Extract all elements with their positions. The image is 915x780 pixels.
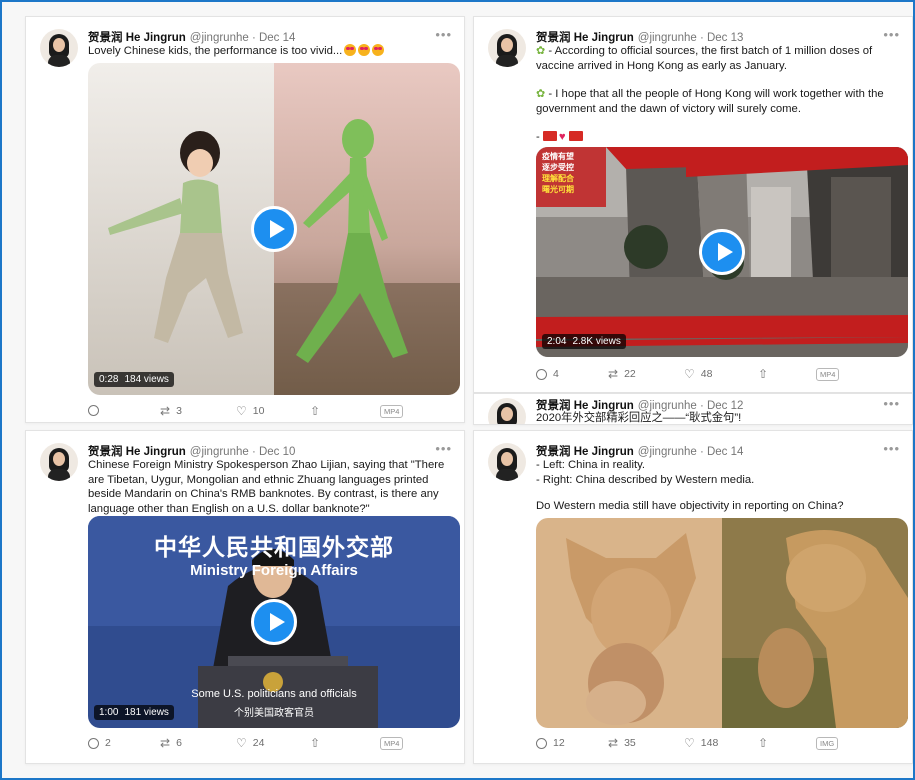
more-icon[interactable]: ••• [883,396,900,411]
heart-icon: ♡ [236,736,247,750]
share-button[interactable]: ⇧ [310,405,320,417]
download-badge[interactable]: IMG [816,737,839,750]
avatar[interactable] [40,443,78,481]
tweet-card[interactable]: 贺景润 He Jingrun @jingrunhe · Dec 14 ••• Lo… [25,16,465,423]
tweet-text: ✿ - According to official sources, the f… [536,44,898,145]
tweet-text: Chinese Foreign Ministry Spokesperson Zh… [88,459,445,515]
ministry-banner-english: Ministry Foreign Affairs [190,562,358,579]
author-name[interactable]: 贺景润 He Jingrun [536,32,634,44]
avatar[interactable] [488,398,526,424]
tweet-paragraph: ✿ - According to official sources, the f… [536,45,873,72]
tweet-header: 贺景润 He Jingrun @jingrunhe · Dec 14 [536,443,902,459]
video-subtitle-english: Some U.S. politicians and officials [191,688,357,700]
tweet-text: 2020年外交部精彩回应之——“耿式金句”! [536,412,742,424]
video-player[interactable]: 中华人民共和国外交部 Ministry Foreign Affairs Some… [88,516,460,728]
avatar[interactable] [40,29,78,67]
heart-icon: ♡ [236,404,247,418]
more-icon[interactable]: ••• [435,441,452,456]
share-icon: ⇧ [310,404,321,418]
play-button[interactable] [251,599,297,645]
share-icon: ⇧ [310,736,321,750]
tweet-text: Lovely Chinese kids, the performance is … [88,44,450,59]
author-name[interactable]: 贺景润 He Jingrun [536,446,634,458]
tweet-header: 贺景润 He Jingrun @jingrunhe · Dec 14 [88,29,454,45]
reply-icon [88,737,99,749]
retweet-icon: ⇄ [608,367,619,381]
red-heart-icon: ♥ [558,131,566,144]
tweet-paragraph: ✿ - I hope that all the people of Hong K… [536,88,884,115]
retweet-icon: ⇄ [160,404,171,418]
reply-button[interactable] [88,405,105,416]
retweet-button[interactable]: ⇄ 22 [608,368,636,380]
ministry-banner-chinese: 中华人民共和国外交部 [154,534,394,560]
tweet-text: - Left: China in reality. - Right: China… [536,459,844,513]
avatar[interactable] [488,29,526,67]
reply-icon [536,737,547,749]
like-button[interactable]: ♡ 48 [684,368,712,380]
tweet-actions: ⇄ 3 ♡ 10 ⇧ MP4 [88,405,444,421]
video-info-badge: 1:00 181 views [94,705,174,720]
retweet-button[interactable]: ⇄ 3 [160,405,182,417]
handle-date: @jingrunhe · Dec 14 [189,32,296,44]
screenshot-frame: 贺景润 He Jingrun @jingrunhe · Dec 14 ••• Lo… [0,0,915,780]
video-info-badge: 0:28 184 views [94,372,174,387]
author-name[interactable]: 贺景润 He Jingrun [88,32,186,44]
more-icon[interactable]: ••• [883,27,900,42]
share-button[interactable]: ⇧ [310,737,320,749]
share-icon: ⇧ [758,736,769,750]
video-player[interactable]: 0:28 184 views [88,63,460,395]
tweet-paragraph: - ♥ [536,130,898,145]
like-button[interactable]: ♡ 10 [236,405,264,417]
reply-icon [88,405,99,416]
retweet-button[interactable]: ⇄ 6 [160,737,182,749]
download-badge[interactable]: MP4 [380,737,404,750]
reply-button[interactable]: 12 [536,737,565,749]
tweet-card[interactable]: 贺景润 He Jingrun @jingrunhe · Dec 12 ••• 20… [473,393,913,425]
tweet-header: 贺景润 He Jingrun @jingrunhe · Dec 13 [536,29,902,45]
sprout-emoji-icon: ✿ [536,88,546,101]
tweet-actions: 12 ⇄ 35 ♡ 148 ⇧ IMG [536,737,892,753]
tweet-actions: 4 ⇄ 22 ♡ 48 ⇧ MP4 [536,368,892,384]
more-icon[interactable]: ••• [883,441,900,456]
author-name[interactable]: 贺景润 He Jingrun [88,446,186,458]
share-button[interactable]: ⇧ [758,737,768,749]
heart-eyes-emoji-icon [372,44,385,56]
reply-button[interactable]: 4 [536,368,559,380]
avatar[interactable] [488,443,526,481]
tweet-header: 贺景润 He Jingrun @jingrunhe · Dec 10 [88,443,454,459]
reply-button[interactable]: 2 [88,737,111,749]
retweet-icon: ⇄ [608,736,619,750]
more-icon[interactable]: ••• [435,27,452,42]
video-player[interactable]: 疫情有望 逐步受控 理解配合 曙光可期 2:04 2.8K views [536,147,908,357]
retweet-button[interactable]: ⇄ 35 [608,737,636,749]
handle-date: @jingrunhe · Dec 13 [637,32,744,44]
heart-icon: ♡ [684,367,695,381]
tweet-actions: 2 ⇄ 6 ♡ 24 ⇧ MP4 [88,737,444,753]
video-overlay-text: 疫情有望 逐步受控 理解配合 曙光可期 [542,152,574,194]
tweet-card[interactable]: 贺景润 He Jingrun @jingrunhe · Dec 10 ••• Ch… [25,430,465,764]
reply-icon [536,368,547,380]
heart-eyes-emoji-icon [344,44,357,56]
sprout-emoji-icon: ✿ [536,45,546,57]
like-button[interactable]: ♡ 24 [236,737,264,749]
share-button[interactable]: ⇧ [758,368,768,380]
heart-eyes-emoji-icon [358,44,371,56]
lioness-comparison-image [536,518,908,728]
play-button[interactable] [251,206,297,252]
download-badge[interactable]: MP4 [816,368,840,381]
image-attachment[interactable] [536,518,908,728]
heart-icon: ♡ [684,736,695,750]
video-info-badge: 2:04 2.8K views [542,334,626,349]
retweet-icon: ⇄ [160,736,171,750]
play-button[interactable] [699,229,745,275]
like-button[interactable]: ♡ 148 [684,737,718,749]
china-flag-icon [542,131,557,142]
handle-date: @jingrunhe · Dec 14 [637,446,744,458]
share-icon: ⇧ [758,367,769,381]
handle-date: @jingrunhe · Dec 10 [189,446,296,458]
hong-kong-flag-icon [568,131,583,142]
tweet-card[interactable]: 贺景润 He Jingrun @jingrunhe · Dec 13 ••• ✿ … [473,16,913,393]
download-badge[interactable]: MP4 [380,405,404,418]
tweet-card[interactable]: 贺景润 He Jingrun @jingrunhe · Dec 14 ••• - … [473,430,913,764]
